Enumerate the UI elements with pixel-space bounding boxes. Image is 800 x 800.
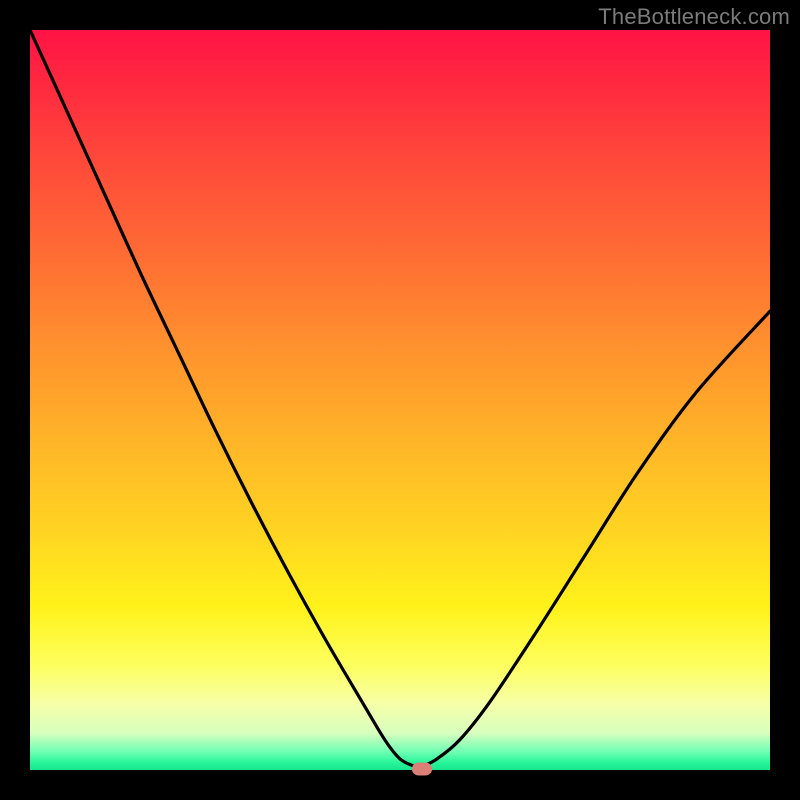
bottleneck-curve <box>30 30 770 767</box>
chart-frame: TheBottleneck.com <box>0 0 800 800</box>
curve-svg <box>30 30 770 770</box>
plot-area <box>30 30 770 770</box>
watermark-text: TheBottleneck.com <box>598 4 790 30</box>
optimum-marker <box>412 762 432 775</box>
